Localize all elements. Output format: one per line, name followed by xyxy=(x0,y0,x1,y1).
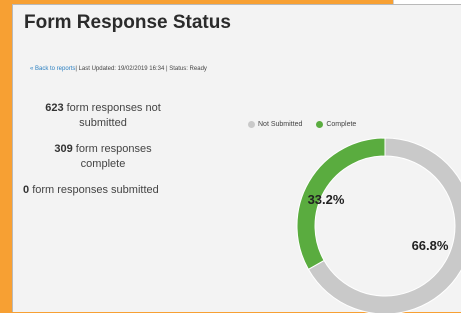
data-label-not-submitted: 66.8% xyxy=(412,238,449,253)
donut-chart: 66.8% 33.2% xyxy=(296,137,461,313)
report-panel: Form Response Status « Back to reports| … xyxy=(12,4,461,313)
data-label-complete: 33.2% xyxy=(308,192,345,207)
